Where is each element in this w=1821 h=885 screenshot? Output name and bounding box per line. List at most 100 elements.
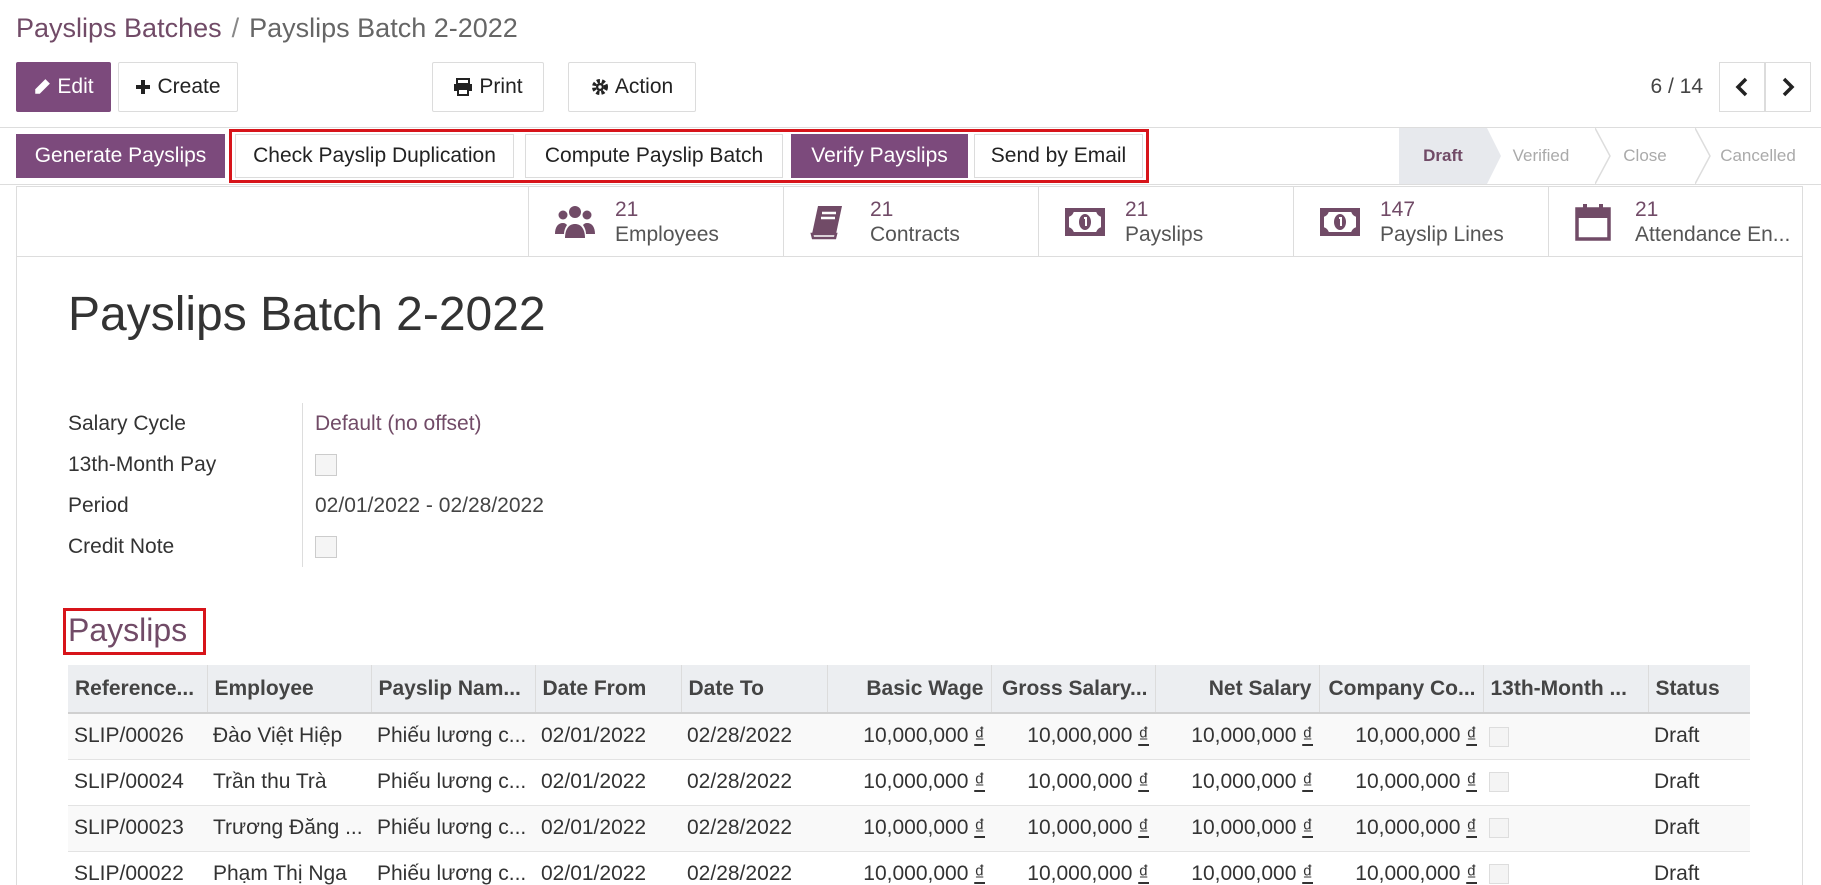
breadcrumb-separator: /	[231, 12, 240, 43]
currency-symbol: ₫	[1466, 724, 1477, 748]
thirteenth-month-checkbox	[1489, 772, 1509, 793]
table-cell: 10,000,000 ₫	[827, 851, 991, 885]
check-duplication-button[interactable]: Check Payslip Duplication	[235, 134, 514, 178]
table-cell: SLIP/00023	[68, 805, 207, 852]
money-icon	[1320, 208, 1380, 236]
stage-arrow	[1695, 128, 1711, 184]
breadcrumb-parent-link[interactable]: Payslips Batches	[16, 13, 222, 44]
column-header[interactable]: Employee	[206, 665, 371, 714]
credit-note-field	[302, 526, 337, 567]
credit-note-checkbox[interactable]	[315, 535, 337, 558]
table-cell: 02/28/2022	[681, 851, 827, 885]
verify-payslips-button[interactable]: Verify Payslips	[791, 134, 968, 178]
payslip-lines-smart-button[interactable]: 147 Payslip Lines	[1293, 187, 1548, 257]
thirteenth-month-checkbox	[1489, 864, 1509, 885]
column-header[interactable]: Status	[1647, 665, 1750, 714]
generate-payslips-button[interactable]: Generate Payslips	[16, 134, 225, 178]
column-header[interactable]: 13th-Month ...	[1482, 665, 1648, 714]
currency-symbol: ₫	[1302, 770, 1313, 793]
column-header[interactable]: Reference...	[68, 665, 207, 714]
credit-note-label: Credit Note	[68, 534, 175, 558]
period-row: Period 02/01/2022 - 02/28/2022	[68, 485, 544, 526]
table-cell: 02/01/2022	[535, 713, 681, 760]
column-header[interactable]: Date To	[680, 665, 827, 714]
edit-button[interactable]: Edit	[16, 62, 111, 112]
printer-icon	[454, 78, 473, 96]
print-button-label: Print	[479, 75, 523, 98]
table-cell: 10,000,000 ₫	[1155, 713, 1319, 760]
table-cell: Phạm Thị Nga	[207, 851, 371, 885]
table-row[interactable]: SLIP/00022 Phạm Thị Nga Phiếu lương c... 02…	[68, 851, 1750, 885]
payslips-smart-button[interactable]: 21 Payslips	[1038, 187, 1293, 257]
calendar-icon	[1575, 203, 1635, 241]
stage-draft-label: Draft	[1423, 146, 1463, 165]
column-header[interactable]: Company Co...	[1318, 665, 1483, 714]
table-cell	[1483, 713, 1648, 760]
employees-smart-button[interactable]: 21 Employees	[528, 187, 783, 257]
stage-cancelled[interactable]: Cancelled	[1695, 128, 1821, 184]
column-header[interactable]: Basic Wage	[826, 665, 991, 714]
stage-close-label: Close	[1623, 146, 1667, 165]
contracts-label: Contracts	[870, 223, 960, 246]
record-title: Payslips Batch 2-2022	[68, 288, 546, 341]
table-cell: 10,000,000 ₫	[1319, 713, 1483, 760]
column-header[interactable]: Net Salary	[1154, 665, 1319, 714]
currency-symbol: ₫	[974, 862, 985, 885]
chevron-right-icon	[1782, 77, 1795, 97]
table-cell: 10,000,000 ₫	[991, 759, 1155, 806]
amount-value: 10,000,000	[1027, 862, 1139, 885]
table-header-row: Reference... Employee Payslip Nam... Dat…	[68, 665, 1750, 714]
stage-arrow	[1487, 128, 1501, 184]
column-header[interactable]: Payslip Nam...	[370, 665, 535, 714]
edit-button-label: Edit	[57, 75, 94, 98]
table-cell: SLIP/00022	[68, 851, 207, 885]
column-header[interactable]: Gross Salary...	[990, 665, 1155, 714]
currency-symbol: ₫	[974, 816, 985, 839]
attendance-label: Attendance En...	[1635, 223, 1791, 246]
table-row[interactable]: SLIP/00026 Đào Việt Hiệp Phiếu lương c... 0…	[68, 713, 1750, 760]
table-cell: Phiếu lương c...	[371, 713, 535, 760]
currency-symbol: ₫	[1138, 724, 1149, 748]
table-cell: Draft	[1648, 851, 1750, 885]
stage-cancelled-label: Cancelled	[1720, 146, 1796, 165]
table-cell: Trương Đăng ...	[207, 805, 371, 852]
currency-symbol: ₫	[1466, 770, 1477, 793]
table-row[interactable]: SLIP/00023 Trương Đăng ... Phiếu lương c..…	[68, 805, 1750, 852]
create-button[interactable]: Create	[118, 62, 238, 112]
salary-cycle-value[interactable]: Default (no offset)	[302, 403, 482, 444]
table-cell: 10,000,000 ₫	[1319, 851, 1483, 885]
currency-symbol: ₫	[1466, 862, 1477, 885]
amount-value: 10,000,000	[1355, 816, 1467, 839]
stage-verified[interactable]: Verified	[1487, 128, 1611, 184]
table-cell: Phiếu lương c...	[371, 805, 535, 852]
breadcrumb-current: Payslips Batch 2-2022	[249, 12, 518, 43]
table-cell: Draft	[1648, 713, 1750, 760]
action-button[interactable]: Action	[568, 62, 696, 112]
send-by-email-button[interactable]: Send by Email	[974, 134, 1143, 178]
stage-draft[interactable]: Draft	[1399, 128, 1501, 184]
action-button-label: Action	[614, 75, 674, 98]
breadcrumb: Payslips Batches / Payslips Batch 2-2022	[16, 10, 518, 46]
print-button[interactable]: Print	[432, 62, 544, 112]
currency-symbol: ₫	[1138, 816, 1149, 839]
pager-next-button[interactable]	[1765, 62, 1811, 112]
payslips-count: 21	[1125, 198, 1149, 221]
form-fields: Salary Cycle Default (no offset) 13th-Mo…	[68, 403, 544, 567]
compute-batch-button[interactable]: Compute Payslip Batch	[525, 134, 783, 178]
column-header[interactable]: Date From	[534, 665, 681, 714]
money-icon	[1065, 208, 1125, 236]
thirteenth-month-checkbox[interactable]	[315, 453, 337, 476]
pager-previous-button[interactable]	[1719, 62, 1765, 112]
attendance-smart-button[interactable]: 21 Attendance En...	[1548, 187, 1803, 257]
amount-value: 10,000,000	[863, 816, 975, 839]
currency-symbol: ₫	[1138, 862, 1149, 885]
table-cell: Draft	[1648, 805, 1750, 852]
thirteenth-month-field	[302, 444, 337, 485]
payslips-table: Reference... Employee Payslip Nam... Dat…	[68, 665, 1750, 885]
table-cell	[1483, 759, 1648, 806]
currency-symbol: ₫	[1302, 724, 1313, 748]
amount-value: 10,000,000	[1191, 770, 1303, 793]
pencil-icon	[35, 79, 51, 94]
contracts-smart-button[interactable]: 21 Contracts	[783, 187, 1038, 257]
table-row[interactable]: SLIP/00024 Trần thu Trà Phiếu lương c... 02…	[68, 759, 1750, 806]
